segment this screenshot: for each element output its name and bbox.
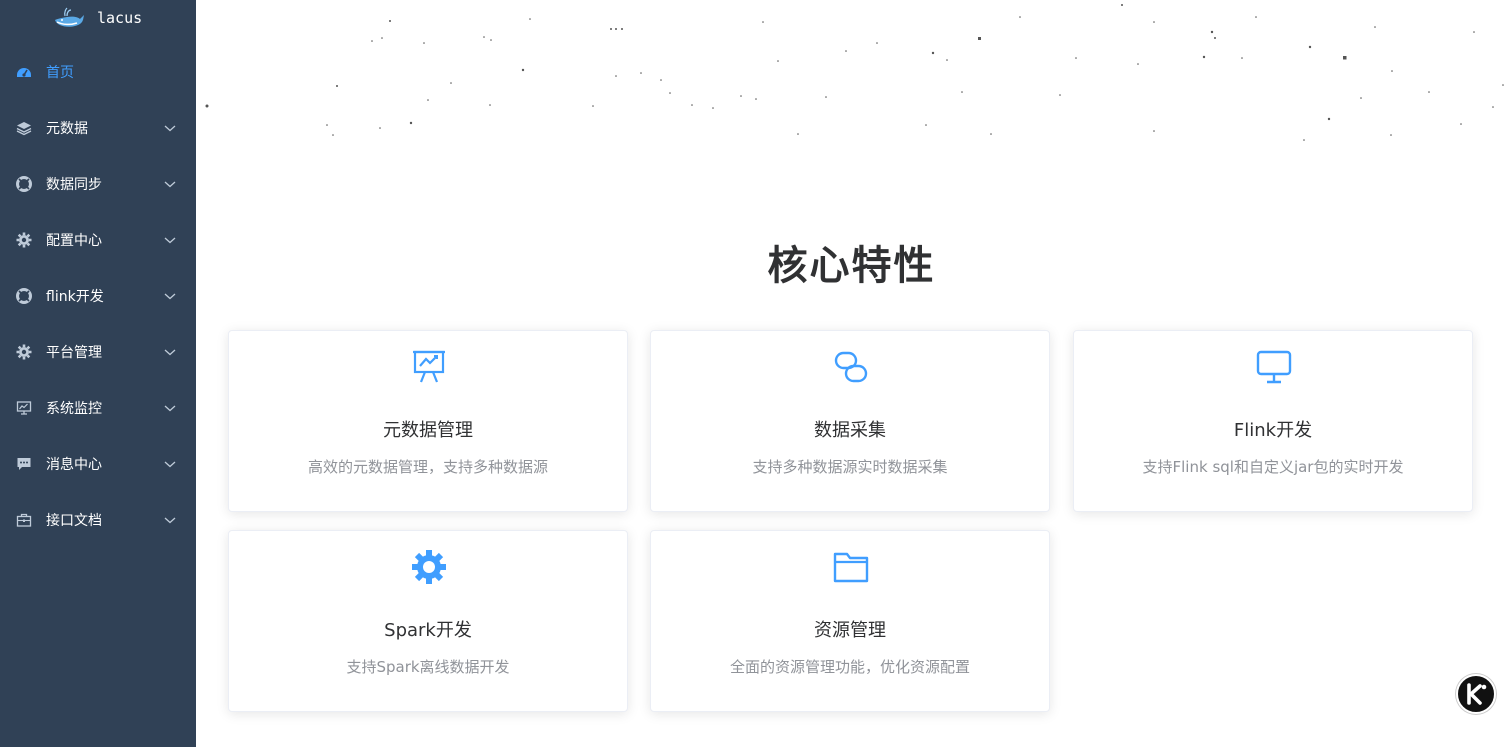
sidebar-item-system-monitor[interactable]: 系统监控: [0, 380, 196, 436]
feature-card-data-collection[interactable]: 数据采集 支持多种数据源实时数据采集: [650, 330, 1050, 512]
feature-card-metadata[interactable]: 元数据管理 高效的元数据管理，支持多种数据源: [228, 330, 628, 512]
feature-title: 数据采集: [814, 420, 886, 441]
feature-description: 高效的元数据管理，支持多种数据源: [307, 458, 548, 476]
sidebar-item-label: 元数据: [46, 121, 88, 137]
monitor-icon: [1256, 350, 1292, 384]
sidebar-item-platform-admin[interactable]: 平台管理: [0, 324, 196, 380]
gear-icon: [412, 550, 446, 584]
chevron-down-icon: [164, 237, 176, 244]
sidebar-item-label: 数据同步: [46, 177, 102, 193]
sidebar-item-metadata[interactable]: 元数据: [0, 100, 196, 156]
chevron-down-icon: [164, 293, 176, 300]
sidebar-item-api-docs[interactable]: 接口文档: [0, 492, 196, 548]
gear-icon: [16, 232, 32, 248]
sidebar-item-label: 平台管理: [46, 345, 102, 361]
chevron-down-icon: [164, 461, 176, 468]
chevron-down-icon: [164, 349, 176, 356]
chevron-down-icon: [164, 517, 176, 524]
logo-text: lacus: [97, 9, 143, 27]
link-icon: [834, 351, 868, 383]
feature-title: Spark开发: [384, 620, 472, 641]
main-content: 核心特性 元数据管理 高效的元数据管理，支持多种数据源 数据采集 支持多种数据源…: [196, 0, 1507, 747]
dashboard-icon: [17, 68, 31, 77]
feature-card-resource-mgmt[interactable]: 资源管理 全面的资源管理功能，优化资源配置: [650, 530, 1050, 712]
feature-title: 元数据管理: [383, 420, 473, 441]
chevron-down-icon: [164, 181, 176, 188]
sidebar-item-flink-dev[interactable]: flink开发: [0, 268, 196, 324]
chevron-down-icon: [164, 405, 176, 412]
lifebuoy-icon: [16, 288, 32, 304]
briefcase-icon: [16, 513, 32, 527]
feature-card-flink-dev[interactable]: Flink开发 支持Flink sql和自定义jar包的实时开发: [1073, 330, 1473, 512]
sidebar-item-label: 系统监控: [46, 401, 102, 417]
feature-description: 全面的资源管理功能，优化资源配置: [729, 658, 970, 676]
sidebar-item-config-center[interactable]: 配置中心: [0, 212, 196, 268]
feature-card-spark-dev[interactable]: Spark开发 支持Spark离线数据开发: [228, 530, 628, 712]
floating-assistant-button[interactable]: [1456, 674, 1496, 714]
sidebar: lacus 首页 元数据 数据同步 配置中心 flink开发 平台管理 系统监控…: [0, 0, 196, 747]
sidebar-item-label: flink开发: [46, 289, 104, 305]
folder-icon: [833, 552, 869, 583]
chevron-down-icon: [164, 125, 176, 132]
k-logo-icon: [1467, 683, 1487, 705]
sidebar-item-label: 配置中心: [46, 233, 102, 249]
sidebar-item-label: 首页: [46, 65, 74, 81]
monitor-chart-icon: [16, 401, 32, 415]
feature-description: 支持Flink sql和自定义jar包的实时开发: [1142, 458, 1404, 476]
chat-bubble-icon: [17, 458, 31, 470]
whale-logo-icon: [55, 7, 84, 27]
presentation-chart-icon: [413, 350, 445, 383]
sidebar-item-home[interactable]: 首页: [0, 44, 196, 100]
sidebar-item-label: 消息中心: [46, 457, 102, 473]
sidebar-item-data-sync[interactable]: 数据同步: [0, 156, 196, 212]
gear-icon: [16, 344, 32, 360]
feature-description: 支持多种数据源实时数据采集: [752, 458, 948, 476]
particle-background: [205, 4, 1504, 141]
section-title: 核心特性: [767, 243, 936, 289]
logo[interactable]: lacus: [0, 0, 196, 40]
feature-title: 资源管理: [814, 620, 886, 641]
layers-icon: [16, 122, 32, 136]
sidebar-item-label: 接口文档: [46, 513, 102, 529]
sidebar-item-message-center[interactable]: 消息中心: [0, 436, 196, 492]
lifebuoy-icon: [16, 176, 32, 192]
feature-title: Flink开发: [1233, 420, 1313, 441]
feature-description: 支持Spark离线数据开发: [346, 658, 510, 676]
